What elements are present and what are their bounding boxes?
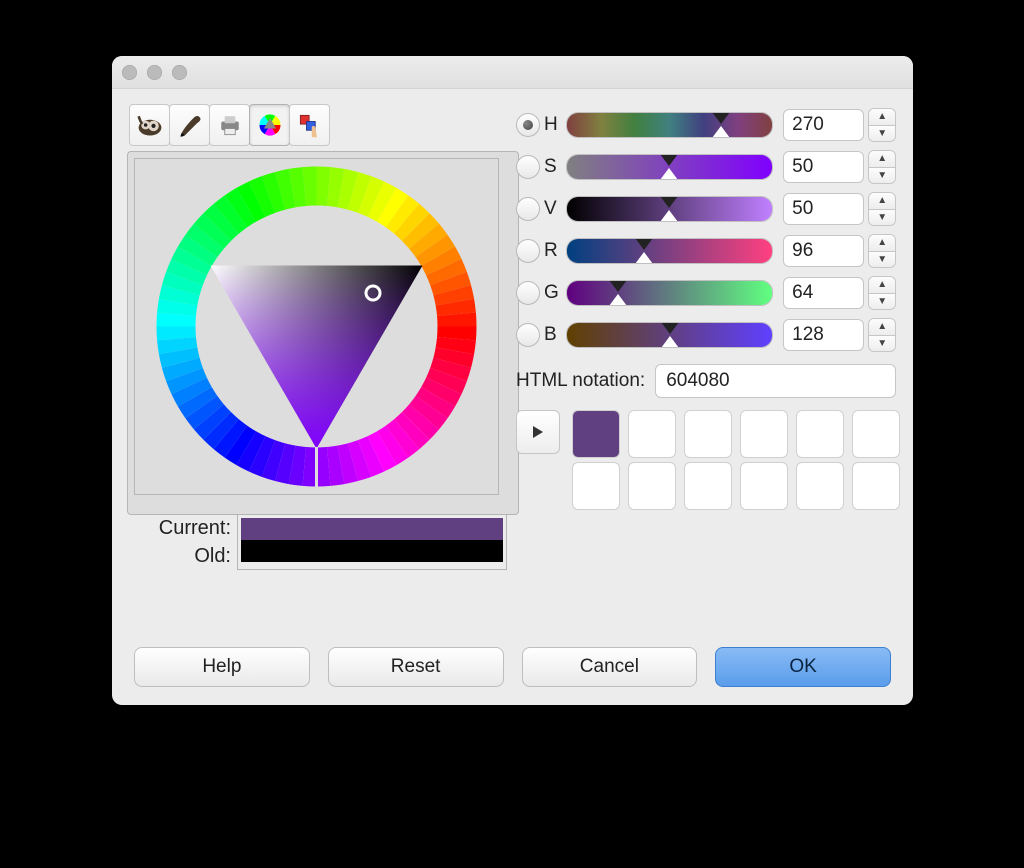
spinner-down-icon[interactable]: ▼ <box>869 126 895 142</box>
input-saturation[interactable]: 50 <box>783 151 864 183</box>
spinner-green[interactable]: ▲ ▼ <box>868 276 896 310</box>
spinner-up-icon[interactable]: ▲ <box>869 151 895 168</box>
spinner-down-icon[interactable]: ▼ <box>869 294 895 310</box>
slider-hue[interactable] <box>566 112 773 138</box>
swatch-5[interactable] <box>796 410 844 458</box>
html-notation-row: HTML notation: 604080 <box>516 364 896 398</box>
slider-blue[interactable] <box>566 322 773 348</box>
current-old-panel: Current: Old: <box>127 514 507 570</box>
close-window-icon[interactable] <box>122 65 137 80</box>
hue-ring[interactable] <box>153 163 480 490</box>
label-hue: H <box>544 114 566 136</box>
radio-hue[interactable] <box>516 113 540 137</box>
slider-saturation[interactable] <box>566 154 773 180</box>
row-value: V 50 ▲ ▼ <box>516 188 896 230</box>
color-wheel[interactable] <box>134 158 499 495</box>
old-color-swatch[interactable] <box>241 540 503 562</box>
zoom-window-icon[interactable] <box>172 65 187 80</box>
swatch-2[interactable] <box>628 410 676 458</box>
tab-picker[interactable] <box>289 104 330 146</box>
input-blue[interactable]: 128 <box>783 319 864 351</box>
current-old-swatches <box>237 514 507 570</box>
radio-red[interactable] <box>516 239 540 263</box>
radio-green[interactable] <box>516 281 540 305</box>
swatch-9[interactable] <box>684 462 732 510</box>
radio-saturation[interactable] <box>516 155 540 179</box>
dialog-buttons: Help Reset Cancel OK <box>112 647 913 687</box>
spinner-up-icon[interactable]: ▲ <box>869 109 895 126</box>
play-icon <box>530 424 546 440</box>
input-red[interactable]: 96 <box>783 235 864 267</box>
titlebar[interactable] <box>112 56 913 89</box>
row-blue: B 128 ▲ ▼ <box>516 314 896 356</box>
spinner-up-icon[interactable]: ▲ <box>869 193 895 210</box>
tab-brush[interactable] <box>169 104 210 146</box>
hand-picker-icon <box>296 111 324 139</box>
input-hue[interactable]: 270 <box>783 109 864 141</box>
row-saturation: S 50 ▲ ▼ <box>516 146 896 188</box>
brush-icon <box>176 111 204 139</box>
slider-green[interactable] <box>566 280 773 306</box>
channel-sliders: H 270 ▲ ▼ S <box>516 104 896 356</box>
spinner-up-icon[interactable]: ▲ <box>869 319 895 336</box>
swatch-8[interactable] <box>628 462 676 510</box>
color-wheel-icon <box>256 111 284 139</box>
tab-print[interactable] <box>209 104 250 146</box>
swatch-3[interactable] <box>684 410 732 458</box>
minimize-window-icon[interactable] <box>147 65 162 80</box>
current-label: Current: <box>127 514 237 542</box>
tab-wheel[interactable] <box>249 104 290 146</box>
swatch-4[interactable] <box>740 410 788 458</box>
spinner-up-icon[interactable]: ▲ <box>869 277 895 294</box>
tab-gimp[interactable] <box>129 104 170 146</box>
swatch-7[interactable] <box>572 462 620 510</box>
input-value[interactable]: 50 <box>783 193 864 225</box>
picker-mode-tabs <box>129 104 330 146</box>
spinner-red[interactable]: ▲ ▼ <box>868 234 896 268</box>
swatch-6[interactable] <box>852 410 900 458</box>
swatch-10[interactable] <box>740 462 788 510</box>
spinner-saturation[interactable]: ▲ ▼ <box>868 150 896 184</box>
spinner-hue[interactable]: ▲ ▼ <box>868 108 896 142</box>
ok-button[interactable]: OK <box>715 647 891 687</box>
color-picker-dialog: Current: Old: H 270 ▲ ▼ <box>112 56 913 705</box>
color-wheel-panel <box>127 151 519 515</box>
label-saturation: S <box>544 156 566 178</box>
gimp-icon <box>136 111 164 139</box>
html-notation-label: HTML notation: <box>516 370 645 392</box>
input-green[interactable]: 64 <box>783 277 864 309</box>
radio-value[interactable] <box>516 197 540 221</box>
label-red: R <box>544 240 566 262</box>
label-blue: B <box>544 324 566 346</box>
spinner-down-icon[interactable]: ▼ <box>869 252 895 268</box>
slider-value[interactable] <box>566 196 773 222</box>
old-label: Old: <box>127 542 237 570</box>
spinner-down-icon[interactable]: ▼ <box>869 210 895 226</box>
swatch-palette <box>516 410 904 510</box>
spinner-down-icon[interactable]: ▼ <box>869 336 895 352</box>
spinner-value[interactable]: ▲ ▼ <box>868 192 896 226</box>
radio-blue[interactable] <box>516 323 540 347</box>
spinner-blue[interactable]: ▲ ▼ <box>868 318 896 352</box>
help-button[interactable]: Help <box>134 647 310 687</box>
dialog-content: Current: Old: H 270 ▲ ▼ <box>112 88 913 705</box>
spinner-up-icon[interactable]: ▲ <box>869 235 895 252</box>
printer-icon <box>216 111 244 139</box>
swatch-12[interactable] <box>852 462 900 510</box>
row-hue: H 270 ▲ ▼ <box>516 104 896 146</box>
row-red: R 96 ▲ ▼ <box>516 230 896 272</box>
label-green: G <box>544 282 566 304</box>
slider-red[interactable] <box>566 238 773 264</box>
current-color-swatch[interactable] <box>241 518 503 540</box>
html-notation-input[interactable]: 604080 <box>655 364 896 398</box>
reset-button[interactable]: Reset <box>328 647 504 687</box>
spinner-down-icon[interactable]: ▼ <box>869 168 895 184</box>
row-green: G 64 ▲ ▼ <box>516 272 896 314</box>
label-value: V <box>544 198 566 220</box>
swatch-1[interactable] <box>572 410 620 458</box>
cancel-button[interactable]: Cancel <box>522 647 698 687</box>
swatch-11[interactable] <box>796 462 844 510</box>
add-swatch-button[interactable] <box>516 410 560 454</box>
